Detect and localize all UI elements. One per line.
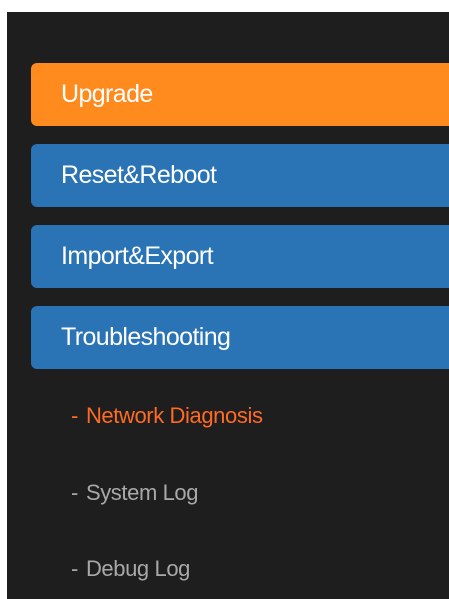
submenu-item-label: Debug Log xyxy=(85,556,190,581)
submenu-item-debug-log[interactable]: - Debug Log xyxy=(71,549,190,589)
submenu-item-label: Network Diagnosis xyxy=(85,403,263,428)
menu-item-troubleshooting[interactable]: Troubleshooting xyxy=(31,306,449,369)
submenu-dash: - xyxy=(71,556,78,581)
submenu-item-label: System Log xyxy=(85,480,199,505)
submenu-dash: - xyxy=(71,480,78,505)
submenu-item-system-log[interactable]: - System Log xyxy=(71,473,199,513)
menu-item-reset-reboot[interactable]: Reset&Reboot xyxy=(31,144,449,207)
submenu-item-network-diagnosis[interactable]: - Network Diagnosis xyxy=(71,396,263,436)
menu-item-label: Troubleshooting xyxy=(61,323,231,351)
menu-item-import-export[interactable]: Import&Export xyxy=(31,225,449,288)
sidebar-menu: Upgrade Reset&Reboot Import&Export Troub… xyxy=(7,12,449,599)
menu-item-label: Import&Export xyxy=(61,242,214,270)
submenu-dash: - xyxy=(71,403,78,428)
menu-item-label: Reset&Reboot xyxy=(61,161,217,189)
menu-item-label: Upgrade xyxy=(61,80,153,108)
menu-item-upgrade[interactable]: Upgrade xyxy=(31,63,449,126)
